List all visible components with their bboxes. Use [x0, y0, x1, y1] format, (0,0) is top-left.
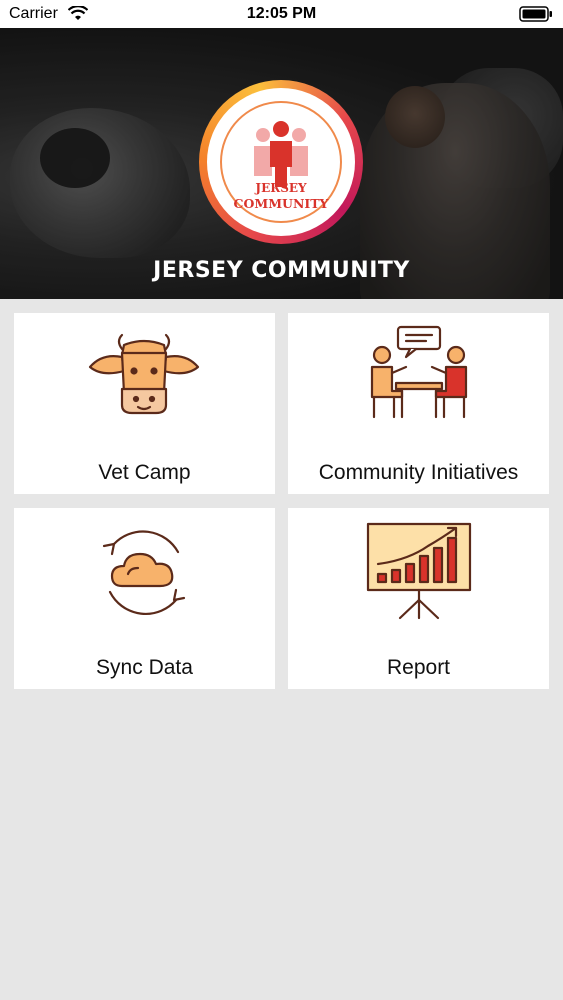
page-title: JERSEY COMMUNITY [153, 258, 410, 283]
status-bar: Carrier 12:05 PM [0, 0, 563, 28]
community-initiatives-button[interactable]: Community Initiatives [288, 313, 549, 494]
battery-icon [519, 6, 552, 22]
logo-inner: JERSEY COMMUNITY [207, 88, 355, 236]
community-people-icon: JERSEY COMMUNITY [220, 101, 342, 223]
cloud-sync-icon [102, 530, 186, 615]
report-button[interactable]: Report [288, 508, 549, 689]
svg-text:COMMUNITY: COMMUNITY [234, 196, 330, 211]
vet-camp-button[interactable]: Vet Camp [14, 313, 275, 494]
cow-icon [88, 333, 200, 415]
app-logo: JERSEY COMMUNITY [199, 80, 363, 244]
report-label: Report [386, 656, 451, 679]
sync-data-button[interactable]: Sync Data [14, 508, 275, 689]
community-initiatives-label: Community Initiatives [318, 461, 519, 484]
header-banner: JERSEY COMMUNITY JERSEY COMMUNITY [0, 28, 563, 299]
vet-camp-label: Vet Camp [98, 461, 191, 484]
sync-data-label: Sync Data [96, 656, 193, 679]
chart-board-icon [366, 522, 472, 620]
svg-text:JERSEY: JERSEY [254, 181, 307, 195]
clock: 12:05 PM [246, 5, 317, 22]
meeting-icon [370, 325, 468, 419]
